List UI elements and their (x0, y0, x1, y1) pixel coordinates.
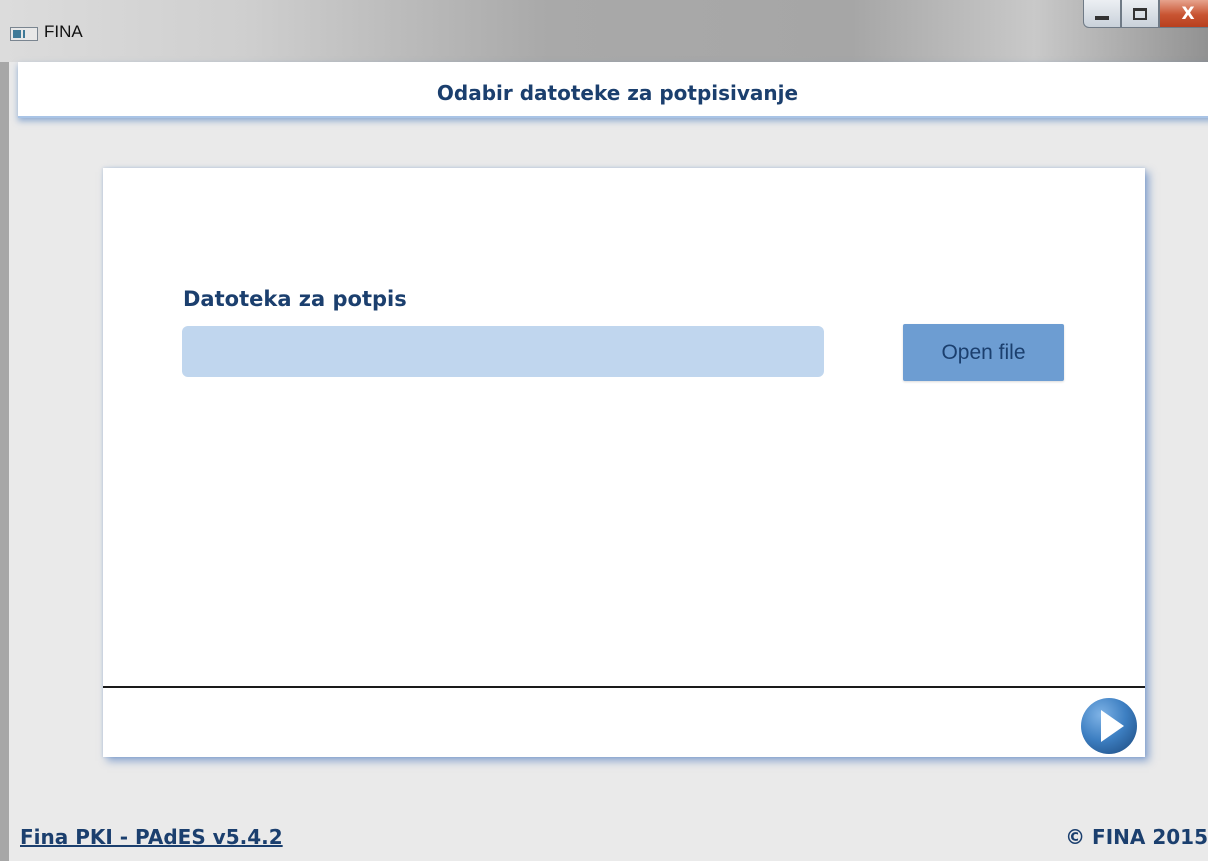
copyright-text: © FINA 2015 (1065, 825, 1208, 849)
next-button[interactable] (1080, 697, 1138, 755)
page-header: Odabir datoteke za potpisivanje (18, 62, 1208, 118)
minimize-icon (1095, 15, 1109, 20)
maximize-icon (1133, 7, 1147, 20)
title-bar[interactable]: FINA X (0, 0, 1208, 62)
app-icon (10, 27, 38, 41)
play-arrow-icon (1081, 698, 1137, 754)
page-title: Odabir datoteke za potpisivanje (436, 81, 799, 105)
open-file-button[interactable]: Open file (903, 324, 1064, 381)
close-button[interactable]: X (1159, 0, 1208, 28)
maximize-button[interactable] (1121, 0, 1159, 28)
app-window: FINA X Odabir datoteke za potpisivanje D… (0, 0, 1208, 861)
minimize-button[interactable] (1083, 0, 1121, 28)
file-select-card: Datoteka za potpis Open file (103, 168, 1145, 757)
file-field-label: Datoteka za potpis (183, 287, 407, 311)
divider (103, 686, 1145, 688)
close-icon: X (1181, 3, 1195, 24)
file-path-input[interactable] (182, 326, 824, 377)
window-title: FINA (44, 22, 83, 41)
version-link[interactable]: Fina PKI - PAdES v5.4.2 (20, 825, 283, 849)
window-controls: X (1083, 0, 1208, 30)
